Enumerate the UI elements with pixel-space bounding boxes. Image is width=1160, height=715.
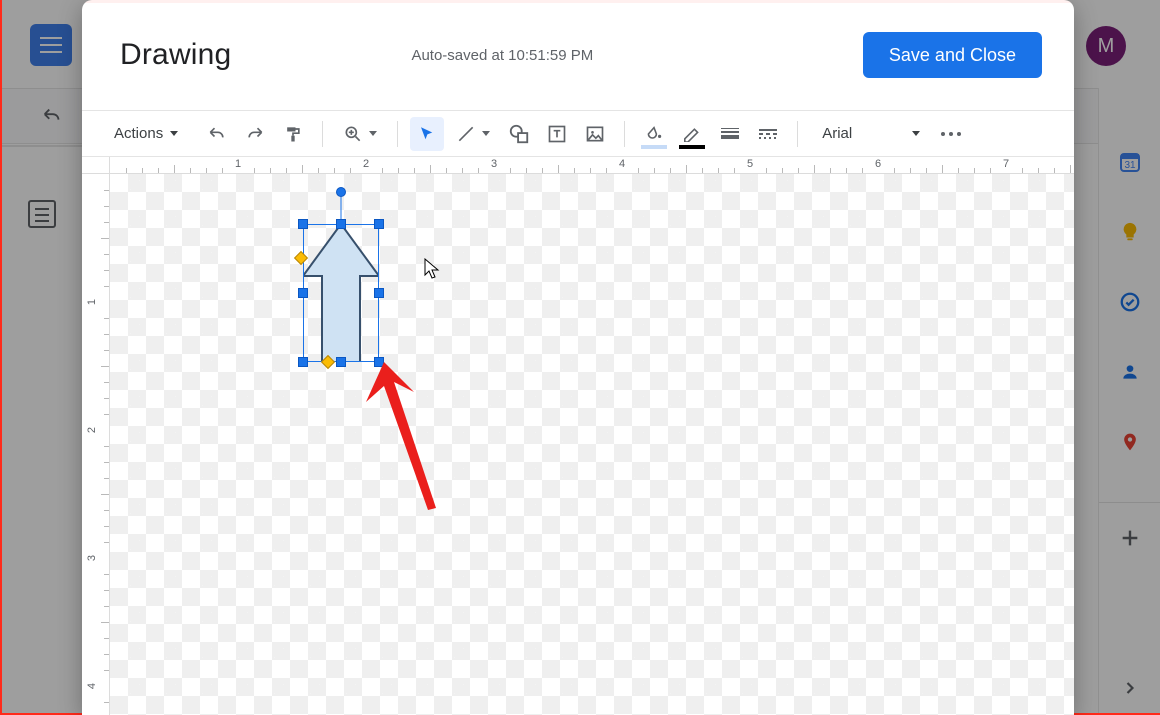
more-icon (941, 132, 961, 136)
drawing-canvas[interactable] (110, 174, 1074, 715)
resize-handle-n[interactable] (336, 219, 346, 229)
ruler-h-label: 6 (875, 158, 881, 170)
redo-button[interactable] (238, 117, 272, 151)
toolbar-separator (797, 121, 798, 147)
ruler-v-label: 3 (86, 555, 98, 561)
ruler-corner (82, 157, 110, 174)
resize-handle-nw[interactable] (298, 219, 308, 229)
actions-label: Actions (114, 125, 163, 142)
image-button[interactable] (578, 117, 612, 151)
ruler-v-label: 2 (86, 427, 98, 433)
ruler-v-label: 4 (86, 683, 98, 689)
border-weight-icon (721, 126, 739, 141)
fill-color-button[interactable] (637, 117, 671, 151)
ruler-h-label: 4 (619, 158, 625, 170)
shape-tool-button[interactable] (502, 117, 536, 151)
resize-handle-s[interactable] (336, 357, 346, 367)
ruler-h-label: 2 (363, 158, 369, 170)
zoom-button[interactable] (335, 117, 385, 151)
selection-outline (303, 224, 379, 362)
selected-shape-arrow-up[interactable] (303, 224, 379, 362)
chevron-down-icon (482, 131, 490, 136)
chevron-down-icon (912, 131, 920, 136)
undo-button[interactable] (200, 117, 234, 151)
autosave-status: Auto-saved at 10:51:59 PM (411, 47, 593, 64)
more-options-button[interactable] (934, 117, 968, 151)
ruler-vertical[interactable]: 1 2 3 4 (82, 174, 110, 715)
ruler-h-label: 7 (1003, 158, 1009, 170)
drawing-toolbar: Actions (82, 110, 1074, 157)
chevron-down-icon (170, 131, 178, 136)
ruler-h-label: 3 (491, 158, 497, 170)
resize-handle-e[interactable] (374, 288, 384, 298)
toolbar-separator (397, 121, 398, 147)
save-and-close-button[interactable]: Save and Close (863, 32, 1042, 78)
font-family-select[interactable]: Arial (810, 117, 930, 151)
toolbar-separator (322, 121, 323, 147)
resize-handle-w[interactable] (298, 288, 308, 298)
text-box-button[interactable] (540, 117, 574, 151)
resize-handle-sw[interactable] (298, 357, 308, 367)
border-color-button[interactable] (675, 117, 709, 151)
paint-format-button[interactable] (276, 117, 310, 151)
border-color-swatch (679, 145, 705, 149)
font-family-label: Arial (822, 125, 852, 142)
chevron-down-icon (369, 131, 377, 136)
border-dash-icon (759, 127, 777, 141)
cursor-icon (424, 258, 440, 280)
actions-menu-button[interactable]: Actions (110, 117, 182, 151)
select-tool-button[interactable] (410, 117, 444, 151)
ruler-h-label: 1 (235, 158, 241, 170)
resize-handle-ne[interactable] (374, 219, 384, 229)
ruler-horizontal[interactable]: 1 2 3 4 5 6 7 (110, 157, 1074, 174)
toolbar-separator (624, 121, 625, 147)
fill-color-swatch (641, 145, 667, 149)
canvas-area: 1 2 3 4 5 6 7 1 2 3 4 (82, 157, 1074, 715)
resize-handle-se[interactable] (374, 357, 384, 367)
ruler-h-label: 5 (747, 158, 753, 170)
border-weight-button[interactable] (713, 117, 747, 151)
dialog-header: Drawing Auto-saved at 10:51:59 PM Save a… (82, 0, 1074, 110)
rotation-handle[interactable] (336, 187, 346, 197)
edge-marker (0, 0, 2, 715)
dialog-title: Drawing (120, 38, 231, 72)
drawing-dialog: Drawing Auto-saved at 10:51:59 PM Save a… (82, 0, 1074, 715)
border-dash-button[interactable] (751, 117, 785, 151)
annotation-arrow-icon (366, 362, 444, 512)
line-tool-button[interactable] (448, 117, 498, 151)
ruler-v-label: 1 (86, 299, 98, 305)
